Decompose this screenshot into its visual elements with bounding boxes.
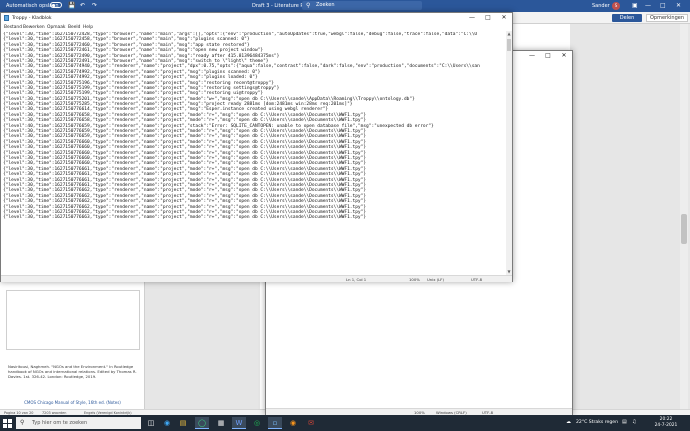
file-explorer-icon[interactable]: ▤ — [176, 417, 190, 429]
close-icon[interactable]: ✕ — [496, 14, 512, 22]
user-name[interactable]: Sander — [592, 3, 610, 9]
share-button[interactable]: Delen — [612, 14, 642, 22]
cursor-position: Ln 1, Col 1 — [346, 277, 367, 282]
notepad-titlebar[interactable]: Troppy - Kladblok — □ ✕ — [1, 13, 512, 23]
taskbar-search-placeholder: Typ hier om te zoeken — [32, 420, 88, 426]
notepad-back-status-bar: 100% Windows (CRLF) UTF-8 — [266, 408, 572, 415]
spotify-icon[interactable]: ◎ — [250, 417, 264, 429]
line-ending: Unix (LF) — [427, 277, 444, 282]
search-icon: ⚲ — [306, 2, 311, 9]
minimize-icon[interactable]: — — [464, 14, 480, 22]
taskbar-search-box[interactable]: ⚲ Typ hier om te zoeken — [16, 417, 141, 429]
scroll-thumb[interactable] — [507, 39, 511, 51]
notepad-window[interactable]: Troppy - Kladblok — □ ✕ Bestand Bewerken… — [0, 12, 513, 282]
menu-file[interactable]: Bestand — [4, 25, 22, 30]
avatar[interactable]: S — [612, 2, 620, 10]
citation-style-link[interactable]: CMOS Chicago Manual of Style, 16th ed. (… — [0, 400, 145, 405]
taskbar: ⚲ Typ hier om te zoeken ◫ ◉ ▤ ◯ ▦ W ◎ ▫ … — [0, 415, 690, 431]
notepad-title: Troppy - Kladblok — [12, 15, 52, 21]
word-search-placeholder: Zoeken — [316, 2, 335, 8]
notepad-app-icon[interactable]: ▫ — [268, 417, 282, 429]
edge-icon[interactable]: ◉ — [160, 417, 174, 429]
citation-editor-box[interactable] — [6, 290, 140, 350]
word-titlebar: Automatisch opslaan 💾 ↶ ↷ Draft 3 - Lite… — [0, 0, 690, 12]
network-icon[interactable]: ▤ — [622, 419, 627, 425]
menu-format[interactable]: Opmaak — [47, 25, 65, 30]
zoom-level: 100% — [409, 277, 420, 282]
redo-icon[interactable]: ↷ — [92, 2, 97, 9]
menu-view[interactable]: Beeld — [68, 25, 80, 30]
search-icon: ⚲ — [20, 419, 25, 426]
log-line: {"level":30,"time":1627150774940,"type":… — [3, 64, 480, 70]
menu-edit[interactable]: Bewerken — [23, 25, 45, 30]
volume-icon[interactable]: ♫ — [632, 419, 636, 425]
maximize-icon[interactable]: □ — [660, 2, 666, 9]
store-icon[interactable]: ▦ — [214, 417, 228, 429]
notepad-icon — [4, 15, 9, 21]
menu-help[interactable]: Help — [83, 25, 93, 30]
maximize-icon[interactable]: □ — [480, 14, 496, 22]
scroll-thumb[interactable] — [681, 214, 687, 244]
tropy-app-icon[interactable]: ◯ — [195, 417, 209, 429]
ribbon-options-icon[interactable]: ▣ — [632, 2, 638, 9]
autosave-toggle[interactable] — [50, 2, 62, 8]
encoding: UTF-8 — [471, 277, 483, 282]
close-icon[interactable]: ✕ — [556, 52, 572, 60]
notepad-text-area[interactable]: {"level":30,"time":1627150772428,"type":… — [3, 32, 506, 275]
weather-icon[interactable]: ☁ — [566, 419, 571, 425]
reference-text: Nasiritousi, Naghmeh. "NGOs and the Envi… — [8, 364, 137, 379]
comments-label: Opmerkingen — [650, 15, 684, 21]
minimize-icon[interactable]: — — [645, 2, 651, 9]
share-label: Delen — [619, 15, 635, 21]
comments-button[interactable]: Opmerkingen — [646, 14, 688, 22]
notepad-menu-bar: Bestand Bewerken Opmaak Beeld Help — [1, 23, 512, 31]
notepad-scrollbar[interactable]: ▲ ▼ — [506, 31, 512, 275]
weather-text[interactable]: 22°C Straks regen — [576, 420, 618, 425]
word-search-box[interactable]: ⚲ Zoeken — [302, 1, 422, 10]
mail-icon[interactable]: ✉ — [304, 417, 318, 429]
task-view-icon[interactable]: ◫ — [144, 417, 158, 429]
undo-icon[interactable]: ↶ — [80, 2, 85, 9]
close-icon[interactable]: ✕ — [676, 2, 681, 9]
notepad-status-bar: Ln 1, Col 1 100% Unix (LF) UTF-8 — [1, 275, 512, 282]
word-scrollbar[interactable] — [680, 24, 688, 409]
clock[interactable]: 20:22 24-7-2021 — [648, 417, 684, 429]
maximize-icon[interactable]: □ — [540, 52, 556, 60]
windows-start-icon[interactable] — [3, 419, 12, 428]
save-icon[interactable]: 💾 — [68, 2, 75, 9]
word-app-icon[interactable]: W — [232, 417, 246, 429]
scroll-up-icon[interactable]: ▲ — [506, 31, 512, 37]
log-line: {"level":30,"time":1627150776663,"type":… — [3, 215, 367, 221]
clock-date: 24-7-2021 — [654, 423, 678, 428]
minimize-icon[interactable]: — — [524, 52, 540, 60]
firefox-icon[interactable]: ◉ — [286, 417, 300, 429]
